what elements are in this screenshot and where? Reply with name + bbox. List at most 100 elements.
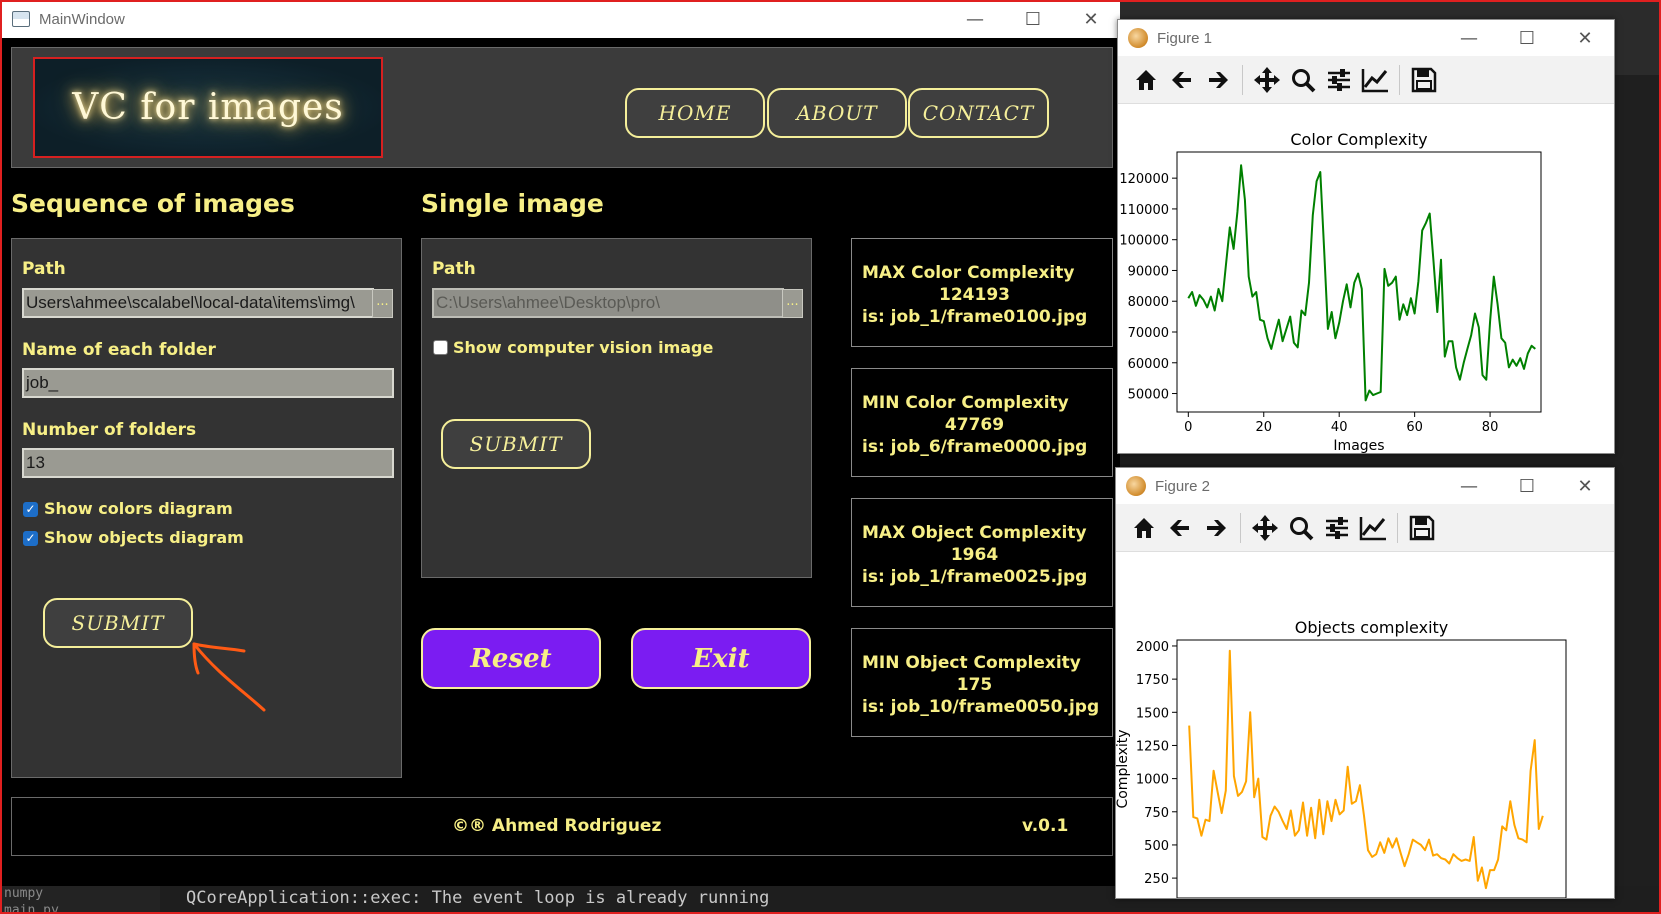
ide-sidebar-text: main.py (4, 903, 59, 914)
pan-move-icon[interactable] (1249, 62, 1285, 98)
minimize-icon[interactable]: — (1440, 468, 1498, 504)
show-objects-label: Show objects diagram (44, 528, 244, 547)
y-tick-label: 110000 (1119, 203, 1169, 218)
reset-button[interactable]: Reset (421, 628, 601, 689)
x-tick-label: 0 (1184, 420, 1192, 435)
figure-1-titlebar[interactable]: Figure 1 — ☐ ✕ (1118, 20, 1614, 56)
save-floppy-icon[interactable] (1406, 62, 1442, 98)
forward-arrow-icon[interactable] (1198, 510, 1234, 546)
figure-2-plot-area: Objects complexity0204060802505007501000… (1116, 553, 1614, 898)
figure-2-window: Figure 2 — ☐ ✕ Objects complexity0204060… (1115, 467, 1615, 899)
figure-1-toolbar (1118, 56, 1614, 104)
close-icon[interactable]: ✕ (1062, 0, 1120, 38)
show-cv-checkbox[interactable] (433, 340, 448, 355)
header-bar: VC for images HOME ABOUT CONTACT (11, 47, 1113, 168)
stat-max-object: MAX Object Complexity 1964 is: job_1/fra… (851, 498, 1113, 607)
stat-file: is: job_1/frame0025.jpg (862, 567, 1088, 587)
sequence-path-input[interactable]: Users\ahmee\scalabel\local-data\items\im… (22, 288, 374, 318)
folder-name-input[interactable]: job_ (22, 368, 394, 398)
back-arrow-icon[interactable] (1162, 510, 1198, 546)
folder-name-label: Name of each folder (22, 340, 216, 360)
nav-about-button[interactable]: ABOUT (767, 88, 907, 138)
configure-subplots-icon[interactable] (1319, 510, 1355, 546)
save-floppy-icon[interactable] (1404, 510, 1440, 546)
stat-max-color: MAX Color Complexity 124193 is: job_1/fr… (851, 238, 1113, 347)
y-tick-label: 100000 (1119, 234, 1169, 249)
stat-value: 1964 (950, 545, 999, 565)
y-tick-label: 750 (1144, 806, 1169, 821)
single-path-input[interactable]: C:\Users\ahmee\Desktop\pro\ (432, 288, 784, 318)
back-arrow-icon[interactable] (1164, 62, 1200, 98)
figure-2-titlebar[interactable]: Figure 2 — ☐ ✕ (1116, 468, 1614, 504)
edit-axes-icon[interactable] (1355, 510, 1391, 546)
folder-count-input[interactable]: 13 (22, 448, 394, 478)
figure-1-plot-area: Color Complexity 0 20 40 60 80 50000 60000 70000… (1118, 105, 1614, 453)
stat-value: 175 (956, 675, 993, 695)
window-controls: — ☐ ✕ (1440, 20, 1614, 58)
single-browse-button[interactable]: ... (782, 289, 803, 318)
chart-title: Color Complexity (1290, 130, 1427, 149)
stat-file: is: job_6/frame0000.jpg (862, 437, 1088, 457)
edit-axes-icon[interactable] (1357, 62, 1393, 98)
exit-button[interactable]: Exit (631, 628, 811, 689)
matplotlib-icon (1126, 476, 1146, 496)
pan-move-icon[interactable] (1247, 510, 1283, 546)
main-window-titlebar[interactable]: MainWindow — ☐ ✕ (2, 0, 1120, 38)
single-panel: Path C:\Users\ahmee\Desktop\pro\ ... Sho… (421, 238, 812, 578)
nav-home-button[interactable]: HOME (625, 88, 765, 138)
annotation-arrow (192, 642, 266, 712)
console-output: QCoreApplication::exec: The event loop i… (186, 888, 770, 908)
y-tick-label: 50000 (1128, 388, 1169, 403)
show-colors-checkbox[interactable]: ✓ (23, 502, 38, 517)
close-icon[interactable]: ✕ (1556, 468, 1614, 504)
show-objects-checkbox[interactable]: ✓ (23, 531, 38, 546)
objects-complexity-chart: Objects complexity0204060802505007501000… (1116, 618, 1567, 898)
figure-1-window: Figure 1 — ☐ ✕ Color Complexity 0 20 40 60 80… (1117, 19, 1615, 454)
maximize-icon[interactable]: ☐ (1498, 20, 1556, 56)
maximize-icon[interactable]: ☐ (1004, 0, 1062, 38)
home-icon[interactable] (1126, 510, 1162, 546)
home-icon[interactable] (1128, 62, 1164, 98)
stat-value: 124193 (939, 285, 1010, 305)
single-heading: Single image (421, 189, 604, 218)
x-axis-label: Images (1333, 438, 1384, 453)
sequence-path-label: Path (22, 259, 66, 279)
minimize-icon[interactable]: — (1440, 20, 1498, 56)
y-tick-label: 90000 (1128, 264, 1169, 279)
app-logo: VC for images (33, 57, 383, 158)
single-path-label: Path (432, 259, 476, 279)
color-complexity-chart: Color Complexity 0 20 40 60 80 50000 60000 70000… (1119, 130, 1542, 453)
series-line (1188, 649, 1544, 890)
window-controls: — ☐ ✕ (946, 0, 1120, 38)
y-tick-label: 80000 (1128, 295, 1169, 310)
y-axis-label: Complexity (1116, 729, 1131, 808)
maximize-icon[interactable]: ☐ (1498, 468, 1556, 504)
footer-copyright: ©® Ahmed Rodriguez (452, 816, 662, 836)
stat-title: MAX Object Complexity (862, 523, 1087, 543)
window-title: MainWindow (39, 10, 125, 28)
y-tick-label: 1500 (1136, 706, 1169, 721)
stat-min-color: MIN Color Complexity 47769 is: job_6/fra… (851, 368, 1113, 477)
zoom-magnifier-icon[interactable] (1283, 510, 1319, 546)
sequence-submit-button[interactable]: SUBMIT (43, 598, 193, 648)
single-submit-button[interactable]: SUBMIT (441, 419, 591, 469)
y-tick-label: 2000 (1136, 640, 1169, 655)
y-tick-label: 1750 (1136, 673, 1169, 688)
nav-contact-button[interactable]: CONTACT (908, 88, 1049, 138)
configure-subplots-icon[interactable] (1321, 62, 1357, 98)
close-icon[interactable]: ✕ (1556, 20, 1614, 56)
stat-title: MIN Color Complexity (862, 393, 1069, 413)
zoom-magnifier-icon[interactable] (1285, 62, 1321, 98)
sequence-browse-button[interactable]: ... (372, 289, 393, 318)
toolbar-separator (1397, 512, 1398, 543)
x-tick-label: 20 (1255, 420, 1272, 435)
toolbar-separator (1240, 512, 1241, 543)
stat-min-object: MIN Object Complexity 175 is: job_10/fra… (851, 628, 1113, 737)
footer-bar: ©® Ahmed Rodriguez v.0.1 (11, 797, 1113, 856)
x-tick-label: 40 (1331, 420, 1348, 435)
forward-arrow-icon[interactable] (1200, 62, 1236, 98)
stat-title: MAX Color Complexity (862, 263, 1075, 283)
logo-text: VC for images (72, 87, 344, 128)
y-tick-label: 1250 (1136, 739, 1169, 754)
minimize-icon[interactable]: — (946, 0, 1004, 38)
